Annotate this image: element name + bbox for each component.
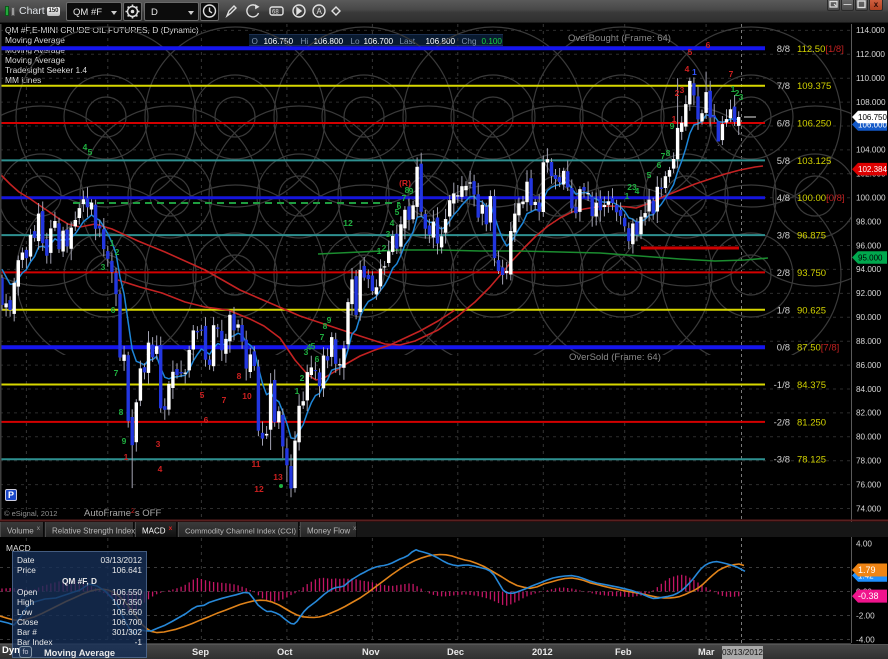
svg-text:9: 9: [122, 436, 127, 446]
svg-text:-0.38: -0.38: [858, 591, 879, 601]
svg-text:2: 2: [382, 243, 387, 253]
svg-text:90.625: 90.625: [797, 305, 826, 316]
svg-text:5: 5: [311, 341, 316, 351]
svg-text:4: 4: [635, 186, 640, 196]
svg-text:78.125: 78.125: [797, 455, 826, 466]
svg-text:OverSold (Frame: 64): OverSold (Frame: 64): [569, 352, 661, 363]
svg-text:5: 5: [88, 147, 93, 157]
svg-text:3/8: 3/8: [777, 231, 790, 242]
svg-text:114.000: 114.000: [856, 26, 885, 35]
svg-text:92.000: 92.000: [856, 289, 881, 298]
svg-text:84.000: 84.000: [856, 385, 881, 394]
svg-text:2: 2: [115, 247, 120, 257]
svg-text:1/8: 1/8: [777, 305, 790, 316]
svg-text:12: 12: [254, 484, 264, 494]
svg-text:1: 1: [625, 191, 630, 201]
svg-text:88.000: 88.000: [856, 337, 881, 346]
svg-text:81.250: 81.250: [797, 417, 826, 428]
svg-text:3: 3: [739, 92, 744, 102]
svg-text:78.000: 78.000: [856, 457, 881, 466]
svg-text:2: 2: [300, 373, 305, 383]
svg-text:4: 4: [685, 64, 690, 74]
svg-text:80.000: 80.000: [856, 433, 881, 442]
svg-text:6: 6: [111, 305, 116, 315]
svg-text:4: 4: [158, 464, 163, 474]
svg-text:98.000: 98.000: [856, 217, 881, 226]
svg-text:6: 6: [315, 354, 320, 364]
svg-text:108.000: 108.000: [856, 98, 886, 107]
svg-text:-2/8: -2/8: [774, 417, 790, 428]
svg-text:93.750: 93.750: [797, 268, 826, 279]
svg-text:6: 6: [706, 40, 711, 50]
svg-text:95.000: 95.000: [858, 254, 883, 263]
svg-text:1: 1: [124, 452, 129, 462]
svg-text:76.000: 76.000: [856, 480, 881, 489]
svg-text:1.79: 1.79: [858, 565, 876, 575]
svg-text:11: 11: [252, 459, 261, 469]
svg-text:-1/8: -1/8: [774, 380, 790, 391]
svg-text:96.875: 96.875: [797, 231, 826, 242]
svg-text:1: 1: [692, 67, 697, 77]
svg-text:7: 7: [729, 69, 734, 79]
svg-text:84.375: 84.375: [797, 380, 826, 391]
svg-text:-3/8: -3/8: [774, 455, 790, 466]
svg-text:10: 10: [242, 391, 252, 401]
svg-text:0/8: 0/8: [777, 343, 790, 354]
svg-text:7: 7: [320, 332, 325, 342]
svg-text:2/8: 2/8: [777, 268, 790, 279]
svg-text:6: 6: [204, 415, 209, 425]
svg-text:5: 5: [688, 47, 693, 57]
svg-text:8: 8: [237, 371, 242, 381]
svg-text:96.000: 96.000: [856, 241, 881, 250]
svg-text:112.000: 112.000: [856, 50, 885, 59]
svg-text:6/8: 6/8: [777, 119, 790, 130]
svg-text:3: 3: [386, 229, 391, 239]
svg-text:8: 8: [119, 407, 124, 417]
svg-text:7: 7: [222, 395, 227, 405]
svg-text:100.000: 100.000: [856, 194, 886, 203]
svg-text:7: 7: [114, 368, 119, 378]
svg-text:4/8: 4/8: [777, 193, 790, 204]
svg-text:9: 9: [327, 315, 332, 325]
svg-text:94.000: 94.000: [856, 265, 881, 274]
svg-text:12: 12: [343, 218, 353, 228]
svg-text:109.375: 109.375: [797, 81, 831, 92]
svg-text:112.50[1/8]: 112.50[1/8]: [797, 44, 844, 55]
svg-text:106.250: 106.250: [797, 119, 831, 130]
svg-text:4.00: 4.00: [856, 540, 872, 549]
svg-text:4: 4: [390, 218, 395, 228]
svg-text:8: 8: [666, 148, 671, 158]
svg-text:(R): (R): [399, 178, 411, 188]
svg-text:1: 1: [672, 114, 677, 124]
svg-text:5: 5: [200, 390, 205, 400]
svg-text:86.000: 86.000: [856, 361, 881, 370]
svg-text:90.000: 90.000: [856, 313, 881, 322]
svg-text:87.50[7/8]: 87.50[7/8]: [797, 343, 839, 354]
svg-text:1: 1: [295, 386, 300, 396]
svg-text:5/8: 5/8: [777, 156, 790, 167]
svg-text:3: 3: [101, 262, 106, 272]
svg-text:OverBought (Frame: 64): OverBought (Frame: 64): [568, 33, 671, 44]
svg-text:74.000: 74.000: [856, 504, 881, 513]
svg-text:110.000: 110.000: [856, 74, 885, 83]
svg-text:8/8: 8/8: [777, 44, 790, 55]
svg-text:6: 6: [657, 160, 662, 170]
svg-text:-2.00: -2.00: [856, 612, 875, 621]
svg-text:103.125: 103.125: [797, 156, 831, 167]
svg-text:100.00[0/8]: 100.00[0/8]: [797, 193, 845, 204]
svg-text:106.750: 106.750: [858, 113, 887, 122]
svg-text:3: 3: [156, 439, 161, 449]
svg-text:102.384: 102.384: [858, 165, 887, 174]
svg-text:5: 5: [647, 170, 652, 180]
svg-text:104.000: 104.000: [856, 146, 886, 155]
svg-text:3: 3: [680, 85, 685, 95]
svg-text:13: 13: [273, 472, 283, 482]
svg-text:82.000: 82.000: [856, 409, 881, 418]
svg-text:7/8: 7/8: [777, 81, 790, 92]
